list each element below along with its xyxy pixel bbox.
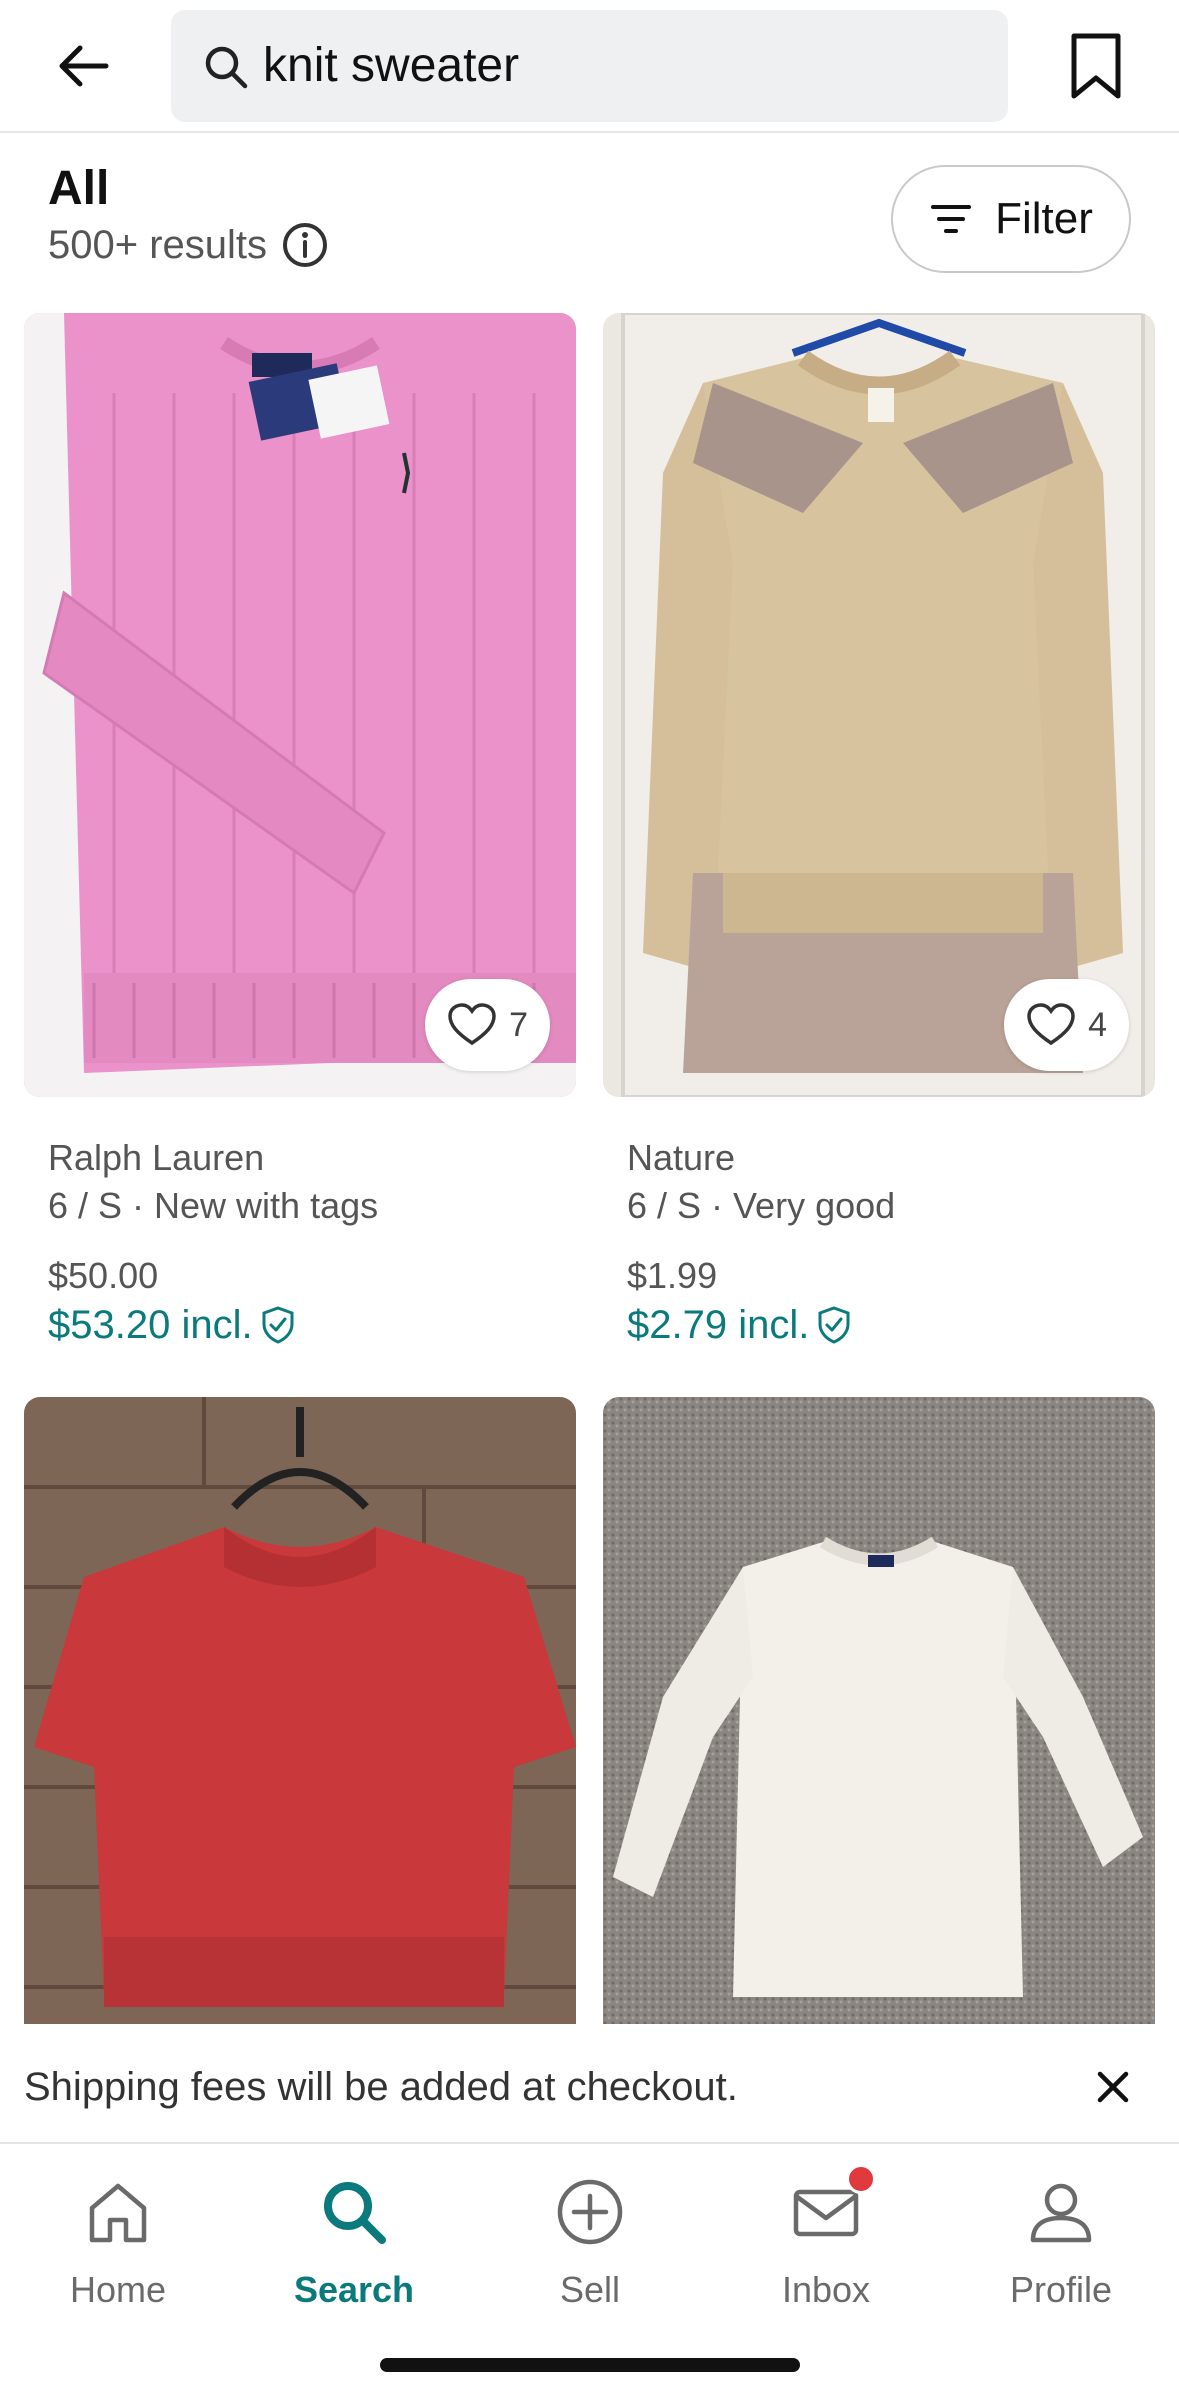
close-icon xyxy=(1097,2071,1129,2103)
like-count: 7 xyxy=(509,1005,528,1044)
product-card[interactable]: 4 Nature 6 / S · Very good $1.99 $2.79 i… xyxy=(603,313,1155,1347)
filter-label: Filter xyxy=(995,194,1093,243)
bookmark-icon xyxy=(1071,33,1121,99)
heart-icon xyxy=(1027,1003,1075,1046)
product-image[interactable]: 4 xyxy=(603,313,1155,1097)
top-bar: knit sweater xyxy=(0,0,1179,133)
product-image[interactable]: 7 xyxy=(24,313,576,1097)
nav-item-sell[interactable]: Sell xyxy=(472,2166,708,2316)
red-sweater-image xyxy=(24,1397,576,2024)
results-title: All xyxy=(48,162,110,215)
nav-item-search[interactable]: Search xyxy=(236,2166,472,2316)
search-icon xyxy=(324,2182,386,2244)
product-price-incl: $53.20 incl. xyxy=(48,1299,295,1351)
product-brand: Nature xyxy=(627,1137,736,1178)
plus-circle-icon xyxy=(557,2179,623,2245)
mail-icon-wrapper xyxy=(790,2164,876,2248)
product-price: $1.99 xyxy=(627,1255,718,1296)
nav-label: Sell xyxy=(559,2269,621,2310)
shield-check-icon[interactable] xyxy=(817,1306,851,1344)
home-indicator[interactable] xyxy=(380,2358,800,2372)
nav-label: Search xyxy=(293,2269,415,2310)
product-size-condition: 6 / S · New with tags xyxy=(48,1185,379,1226)
nav-item-home[interactable]: Home xyxy=(0,2166,236,2316)
arrow-left-icon xyxy=(59,45,109,87)
product-card[interactable] xyxy=(603,1397,1155,2024)
product-size-condition: 6 / S · Very good xyxy=(627,1185,896,1226)
product-price-incl: $2.79 incl. xyxy=(627,1299,851,1351)
filter-button[interactable]: Filter xyxy=(891,165,1131,273)
shipping-banner-text: Shipping fees will be added at checkout. xyxy=(24,2065,738,2109)
close-banner-button[interactable] xyxy=(1088,2062,1138,2112)
nav-item-profile[interactable]: Profile xyxy=(943,2166,1179,2316)
product-image[interactable] xyxy=(24,1397,576,2024)
save-search-button[interactable] xyxy=(1060,26,1132,106)
product-card[interactable]: 7 Ralph Lauren 6 / S · New with tags $50… xyxy=(24,313,576,1347)
nav-item-inbox[interactable]: Inbox xyxy=(708,2164,944,2316)
back-button[interactable] xyxy=(48,30,120,102)
results-count: 500+ results xyxy=(48,223,268,267)
white-sweater-image xyxy=(603,1397,1155,2024)
home-icon xyxy=(89,2183,147,2243)
price-incl-label: $2.79 incl. xyxy=(627,1303,810,1347)
nav-label: Profile xyxy=(1009,2269,1113,2310)
like-button[interactable]: 7 xyxy=(425,979,550,1071)
person-icon xyxy=(1030,2183,1092,2243)
product-card[interactable] xyxy=(24,1397,576,2024)
search-input[interactable]: knit sweater xyxy=(171,10,1008,122)
product-image[interactable] xyxy=(603,1397,1155,2024)
search-icon xyxy=(205,46,248,89)
nav-label: Inbox xyxy=(781,2269,871,2310)
product-brand: Ralph Lauren xyxy=(48,1137,265,1178)
like-button[interactable]: 4 xyxy=(1004,979,1129,1071)
results-count-row: 500+ results xyxy=(48,220,329,270)
shield-check-icon[interactable] xyxy=(261,1306,295,1344)
unread-badge xyxy=(846,2164,876,2194)
heart-icon xyxy=(448,1003,496,1046)
shipping-banner: Shipping fees will be added at checkout. xyxy=(0,2024,1179,2144)
search-query: knit sweater xyxy=(263,39,520,92)
product-price: $50.00 xyxy=(48,1255,159,1296)
info-icon[interactable] xyxy=(281,221,329,269)
price-incl-label: $53.20 incl. xyxy=(48,1303,253,1347)
nav-label: Home xyxy=(69,2269,167,2310)
like-count: 4 xyxy=(1088,1005,1107,1044)
filter-icon xyxy=(931,205,972,233)
